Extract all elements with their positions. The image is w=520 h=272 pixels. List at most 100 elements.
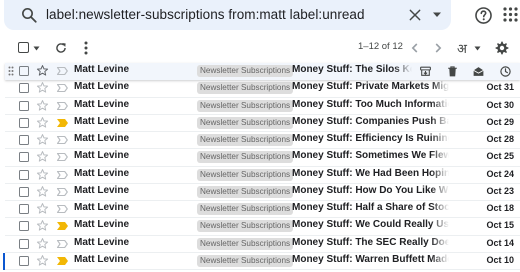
apps-grid-icon[interactable]	[503, 7, 518, 22]
email-date: Oct 31	[486, 82, 514, 93]
row-checkbox[interactable]	[19, 204, 29, 214]
email-date: Oct 23	[486, 185, 514, 196]
email-row[interactable]: Matt Levine Newsletter Subscriptions Money…	[5, 149, 520, 167]
email-date: Oct 18	[486, 203, 514, 213]
star-icon[interactable]	[36, 64, 49, 77]
label-chip[interactable]: Newsletter Subscriptions	[197, 134, 294, 146]
email-row[interactable]: Matt Levine Newsletter Subscriptions Money…	[5, 166, 520, 184]
email-subject: Money Stuff: Private Markets Might Be Ev…	[292, 81, 449, 93]
important-marker-icon[interactable]	[56, 187, 69, 197]
important-marker-icon[interactable]	[56, 152, 69, 162]
trash-icon[interactable]	[446, 65, 459, 78]
email-row[interactable]: Matt Levine Newsletter Subscriptions Money…	[5, 252, 520, 270]
input-tools-dropdown-icon[interactable]	[474, 46, 481, 51]
label-chip[interactable]: Newsletter Subscriptions	[197, 65, 294, 77]
important-marker-icon[interactable]	[56, 135, 69, 145]
email-row[interactable]: Matt Levine Newsletter Subscriptions Money…	[5, 235, 520, 253]
important-marker-icon[interactable]	[56, 66, 69, 76]
star-icon[interactable]	[36, 202, 49, 215]
email-row[interactable]: Matt Levine Newsletter Subscriptions Money…	[5, 132, 520, 150]
drag-handle-icon[interactable]	[8, 66, 14, 76]
important-marker-icon[interactable]	[56, 221, 69, 231]
email-row[interactable]: Matt Levine Newsletter Subscriptions Money…	[5, 218, 520, 236]
chevron-right-icon[interactable]	[432, 42, 444, 54]
label-chip[interactable]: Newsletter Subscriptions	[197, 168, 294, 181]
label-chip[interactable]: Newsletter Subscriptions	[197, 203, 294, 215]
email-row[interactable]: Matt Levine Newsletter Subscriptions Money…	[5, 63, 520, 81]
sender-name: Matt Levine	[74, 236, 130, 248]
sender-name: Matt Levine	[74, 202, 130, 213]
important-marker-icon[interactable]	[56, 83, 69, 93]
label-chip[interactable]: Newsletter Subscriptions	[197, 116, 294, 129]
search-bar[interactable]: label:newsletter-subscriptions from:matt…	[4, 0, 451, 30]
row-checkbox[interactable]	[19, 117, 29, 128]
star-icon[interactable]	[36, 168, 49, 181]
row-checkbox[interactable]	[19, 186, 29, 197]
row-checkbox[interactable]	[19, 100, 29, 111]
row-checkbox[interactable]	[19, 255, 29, 266]
row-checkbox[interactable]	[19, 169, 29, 180]
sender-name: Matt Levine	[74, 167, 130, 179]
email-row[interactable]: Matt Levine Newsletter Subscriptions Money…	[5, 201, 520, 219]
star-icon[interactable]	[36, 150, 49, 163]
email-date: Oct 24	[486, 168, 514, 179]
sender-name: Matt Levine	[74, 133, 130, 144]
star-icon[interactable]	[36, 116, 49, 129]
archive-icon[interactable]	[419, 65, 432, 78]
row-checkbox[interactable]	[19, 221, 29, 232]
email-subject: Money Stuff: How Do You Like We Now	[292, 184, 449, 196]
search-icon[interactable]	[20, 6, 38, 24]
important-marker-icon[interactable]	[56, 118, 69, 128]
close-icon[interactable]	[407, 7, 423, 23]
email-date: Oct 10	[486, 254, 514, 265]
sender-name: Matt Levine	[74, 81, 130, 93]
label-chip[interactable]: Newsletter Subscriptions	[197, 220, 294, 233]
star-icon[interactable]	[36, 99, 49, 112]
email-subject: Money Stuff: Companies Push Back on Acti…	[292, 115, 449, 127]
label-chip[interactable]: Newsletter Subscriptions	[197, 254, 294, 267]
sender-name: Matt Levine	[74, 184, 130, 196]
row-checkbox[interactable]	[19, 238, 29, 249]
sender-name: Matt Levine	[74, 150, 130, 162]
star-icon[interactable]	[36, 185, 49, 198]
star-icon[interactable]	[36, 254, 49, 267]
row-checkbox[interactable]	[19, 135, 29, 145]
label-chip[interactable]: Newsletter Subscriptions	[197, 151, 294, 164]
important-marker-icon[interactable]	[56, 204, 69, 214]
search-input[interactable]: label:newsletter-subscriptions from:matt…	[46, 7, 365, 22]
email-row[interactable]: Matt Levine Newsletter Subscriptions Money…	[5, 114, 520, 132]
row-checkbox[interactable]	[19, 152, 29, 163]
chevron-left-icon[interactable]	[409, 42, 421, 54]
label-chip[interactable]: Newsletter Subscriptions	[197, 237, 294, 250]
label-chip[interactable]: Newsletter Subscriptions	[197, 99, 294, 112]
refresh-icon[interactable]	[54, 41, 68, 55]
more-vert-icon[interactable]	[83, 41, 89, 55]
email-subject: Money Stuff: Sometimes We Flew to the Mo…	[292, 150, 449, 162]
sender-name: Matt Levine	[74, 115, 130, 127]
tune-dropdown-icon[interactable]	[432, 11, 442, 19]
star-icon[interactable]	[36, 81, 49, 94]
important-marker-icon[interactable]	[56, 256, 69, 266]
row-checkbox[interactable]	[19, 66, 29, 76]
important-marker-icon[interactable]	[56, 239, 69, 249]
select-all-checkbox[interactable]	[18, 42, 29, 53]
gear-icon[interactable]	[494, 40, 510, 56]
email-date: Oct 30	[486, 99, 514, 110]
email-row[interactable]: Matt Levine Newsletter Subscriptions Money…	[5, 80, 520, 98]
label-chip[interactable]: Newsletter Subscriptions	[197, 185, 294, 198]
row-checkbox[interactable]	[19, 83, 29, 94]
mark-unread-icon[interactable]	[472, 65, 485, 78]
important-marker-icon[interactable]	[56, 170, 69, 180]
star-icon[interactable]	[36, 133, 49, 146]
label-chip[interactable]: Newsletter Subscriptions	[197, 82, 294, 95]
input-tools-button[interactable]: अ	[457, 39, 467, 57]
help-icon[interactable]	[474, 6, 493, 25]
important-marker-icon[interactable]	[56, 101, 69, 111]
select-dropdown-icon[interactable]	[33, 46, 40, 51]
email-row[interactable]: Matt Levine Newsletter Subscriptions Money…	[5, 183, 520, 201]
star-icon[interactable]	[36, 219, 49, 232]
email-row[interactable]: Matt Levine Newsletter Subscriptions Money…	[5, 97, 520, 115]
snooze-clock-icon[interactable]	[499, 65, 512, 78]
pagination-count[interactable]: 1–12 of 12	[358, 41, 403, 52]
star-icon[interactable]	[36, 237, 49, 250]
